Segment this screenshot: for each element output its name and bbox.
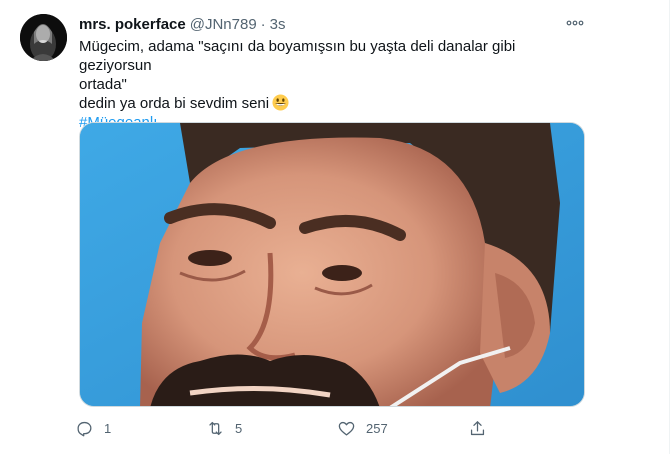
tweet-text-content: dedin ya orda bi sevdim seni (79, 95, 270, 112)
reply-count: 1 (104, 420, 112, 436)
grinning-face-icon (272, 94, 289, 111)
reply-button[interactable]: 1 (75, 419, 206, 438)
more-options-icon[interactable] (565, 13, 585, 33)
photo-image (80, 123, 584, 406)
share-icon (470, 420, 485, 435)
heart-icon (338, 421, 355, 435)
retweet-count: 5 (235, 420, 243, 436)
retweet-button[interactable]: 5 (206, 419, 337, 438)
tweet-text-line: dedin ya orda bi sevdim seni (79, 94, 585, 113)
tweet-text-line: ortada" (79, 76, 127, 93)
tweet-text: Mügecim, adama "saçını da boyamışsın bu … (79, 37, 585, 132)
like-button[interactable]: 257 (337, 419, 468, 438)
reply-icon (77, 421, 92, 436)
avatar[interactable] (20, 14, 67, 61)
user-handle[interactable]: @JNn789 (190, 16, 257, 33)
timestamp[interactable]: 3s (270, 16, 286, 33)
avatar-image (20, 14, 67, 61)
separator-dot: · (260, 15, 266, 33)
tweet-header: mrs. pokerface @JNn789 · 3s (79, 14, 286, 34)
tweet-photo[interactable] (79, 122, 585, 407)
like-count: 257 (366, 420, 388, 436)
tweet-actions: 1 5 257 (75, 415, 515, 441)
tweet-card[interactable]: mrs. pokerface @JNn789 · 3s Mügecim, ada… (0, 0, 670, 454)
display-name[interactable]: mrs. pokerface (79, 16, 186, 33)
retweet-icon (209, 421, 222, 435)
share-button[interactable] (468, 419, 498, 438)
tweet-text-line: Mügecim, adama "saçını da boyamışsın bu … (79, 38, 516, 74)
